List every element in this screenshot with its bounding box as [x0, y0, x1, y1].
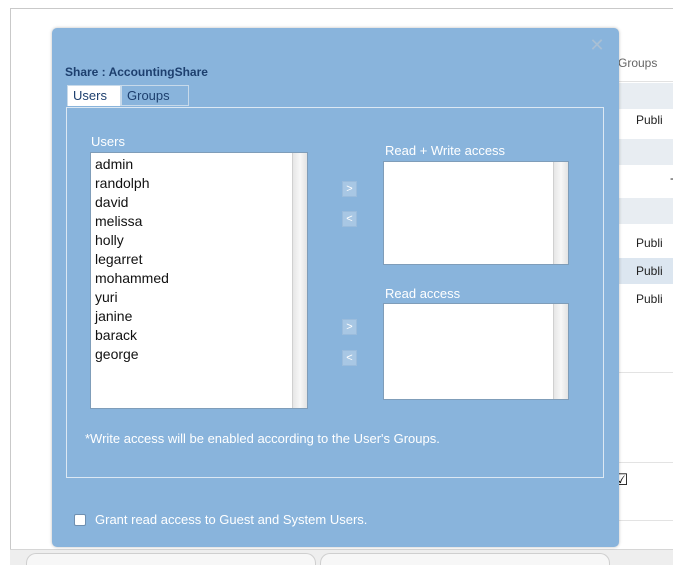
user-list-item[interactable]: janine	[95, 307, 307, 326]
user-list-item[interactable]: legarret	[95, 250, 307, 269]
users-list[interactable]: admin randolph david melissa holly legar…	[90, 152, 308, 409]
background-bottom-tab[interactable]	[320, 553, 610, 565]
user-list-item[interactable]: david	[95, 193, 307, 212]
groups-header-label: Groups	[618, 56, 658, 70]
user-list-item[interactable]: yuri	[95, 288, 307, 307]
read-write-access-list[interactable]	[383, 161, 569, 265]
user-list-item[interactable]: admin	[95, 155, 307, 174]
user-list-item[interactable]: george	[95, 345, 307, 364]
user-list-item[interactable]: mohammed	[95, 269, 307, 288]
user-list-item[interactable]: randolph	[95, 174, 307, 193]
user-list-item[interactable]: barack	[95, 326, 307, 345]
read-list-scrollbar[interactable]	[553, 304, 568, 399]
share-dialog: ✕ Share : AccountingShare Users Groups U…	[52, 28, 619, 547]
users-list-scrollbar[interactable]	[292, 153, 307, 408]
user-list-item[interactable]: melissa	[95, 212, 307, 231]
tab-users[interactable]: Users	[67, 85, 121, 106]
guest-access-label[interactable]: Grant read access to Guest and System Us…	[95, 512, 367, 527]
remove-from-read-button[interactable]: <	[342, 350, 357, 366]
dialog-title: Share : AccountingShare	[65, 65, 208, 79]
close-icon[interactable]: ✕	[589, 36, 605, 54]
read-write-list-scrollbar[interactable]	[553, 162, 568, 264]
add-to-read-write-button[interactable]: >	[342, 181, 357, 197]
remove-from-read-write-button[interactable]: <	[342, 211, 357, 227]
add-to-read-button[interactable]: >	[342, 319, 357, 335]
read-access-list[interactable]	[383, 303, 569, 400]
users-list-label: Users	[91, 134, 125, 149]
background-bottom-tab[interactable]	[26, 553, 316, 565]
tab-groups[interactable]: Groups	[121, 85, 189, 106]
write-access-note: *Write access will be enabled according …	[85, 431, 440, 446]
guest-access-checkbox[interactable]	[74, 514, 86, 526]
read-access-label: Read access	[385, 286, 461, 301]
read-write-label: Read + Write access	[385, 143, 506, 158]
user-list-item[interactable]: holly	[95, 231, 307, 250]
